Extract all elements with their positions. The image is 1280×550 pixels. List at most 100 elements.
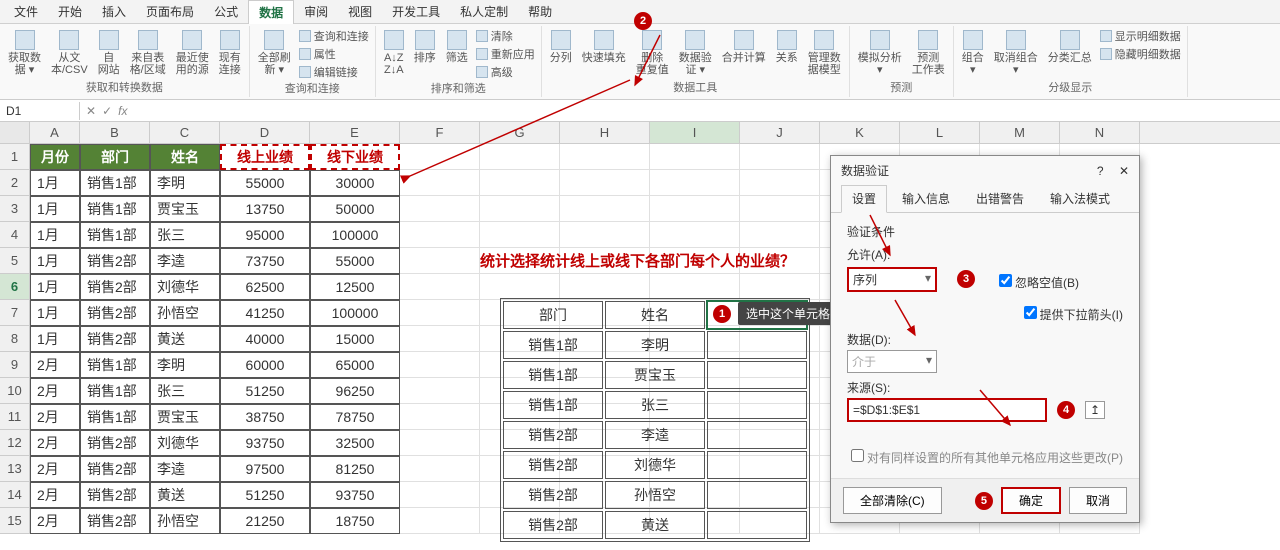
cell[interactable]: 线上业绩: [220, 144, 310, 170]
cell[interactable]: 40000: [220, 326, 310, 352]
cell[interactable]: 93750: [310, 482, 400, 508]
cell[interactable]: [480, 144, 560, 170]
menu-审阅[interactable]: 审阅: [294, 0, 338, 23]
cell[interactable]: 38750: [220, 404, 310, 430]
col-header[interactable]: L: [900, 122, 980, 143]
ribbon-side[interactable]: 编辑链接: [299, 64, 369, 80]
cell[interactable]: [650, 144, 740, 170]
dialog-tab[interactable]: 输入法模式: [1039, 185, 1121, 212]
ribbon-自网站[interactable]: 自 网站: [96, 28, 122, 78]
range-picker-icon[interactable]: ↥: [1085, 401, 1105, 419]
ribbon-筛选[interactable]: 筛选: [444, 28, 470, 66]
menu-私人定制[interactable]: 私人定制: [450, 0, 518, 23]
col-header[interactable]: D: [220, 122, 310, 143]
allow-select[interactable]: 序列: [847, 267, 937, 292]
cell[interactable]: 张三: [150, 222, 220, 248]
cell[interactable]: [560, 274, 650, 300]
menu-开发工具[interactable]: 开发工具: [382, 0, 450, 23]
cell[interactable]: [400, 404, 480, 430]
ribbon-获取数据▾[interactable]: 获取数 据 ▾: [6, 28, 43, 78]
cell[interactable]: 2月: [30, 352, 80, 378]
cell[interactable]: 62500: [220, 274, 310, 300]
cell[interactable]: [480, 170, 560, 196]
ribbon-从文本/CSV[interactable]: 从文 本/CSV: [49, 28, 90, 78]
cell[interactable]: [740, 222, 820, 248]
cell[interactable]: [400, 300, 480, 326]
cell[interactable]: 李逵: [150, 248, 220, 274]
cell[interactable]: 销售2部: [80, 456, 150, 482]
clear-all-button[interactable]: 全部清除(C): [843, 487, 942, 514]
cell[interactable]: 销售2部: [80, 274, 150, 300]
col-header[interactable]: F: [400, 122, 480, 143]
cell[interactable]: 2月: [30, 430, 80, 456]
ribbon-关系[interactable]: 关系: [774, 28, 800, 66]
cell[interactable]: 黄送: [150, 482, 220, 508]
close-icon[interactable]: ✕: [1119, 164, 1129, 178]
row-header[interactable]: 8: [0, 326, 30, 352]
cell[interactable]: [740, 170, 820, 196]
cell[interactable]: [400, 170, 480, 196]
col-header[interactable]: E: [310, 122, 400, 143]
cell[interactable]: 30000: [310, 170, 400, 196]
cell[interactable]: 1月: [30, 300, 80, 326]
cell[interactable]: 线下业绩: [310, 144, 400, 170]
cancel-icon[interactable]: ✕: [86, 104, 96, 118]
dialog-tab[interactable]: 输入信息: [891, 185, 961, 212]
ribbon-side[interactable]: 显示明细数据: [1100, 28, 1181, 44]
cell[interactable]: [740, 274, 820, 300]
cell[interactable]: 销售2部: [80, 248, 150, 274]
row-header[interactable]: 12: [0, 430, 30, 456]
cell[interactable]: 刘德华: [150, 430, 220, 456]
cell[interactable]: 孙悟空: [150, 508, 220, 534]
ribbon-全部刷新▾[interactable]: 全部刷 新 ▾: [256, 28, 293, 78]
cell[interactable]: 月份: [30, 144, 80, 170]
cell[interactable]: 李逵: [150, 456, 220, 482]
cell[interactable]: [560, 196, 650, 222]
select-all-corner[interactable]: [0, 122, 30, 143]
col-header[interactable]: M: [980, 122, 1060, 143]
ribbon-最近使用的源[interactable]: 最近使 用的源: [174, 28, 211, 78]
ribbon-预测工作表[interactable]: 预测 工作表: [910, 28, 947, 78]
col-header[interactable]: K: [820, 122, 900, 143]
cell[interactable]: 55000: [220, 170, 310, 196]
row-header[interactable]: 1: [0, 144, 30, 170]
cell[interactable]: [740, 196, 820, 222]
cell[interactable]: 73750: [220, 248, 310, 274]
dialog-tab[interactable]: 设置: [841, 185, 887, 213]
ok-button[interactable]: 确定: [1001, 487, 1061, 514]
row-header[interactable]: 13: [0, 456, 30, 482]
cell[interactable]: 2月: [30, 456, 80, 482]
ribbon-数据验证▾[interactable]: 数据验 证 ▾: [677, 28, 714, 78]
menu-视图[interactable]: 视图: [338, 0, 382, 23]
ribbon-快速填充[interactable]: 快速填充: [580, 28, 628, 66]
row-header[interactable]: 15: [0, 508, 30, 534]
col-header[interactable]: C: [150, 122, 220, 143]
row-header[interactable]: 14: [0, 482, 30, 508]
cell[interactable]: 1月: [30, 248, 80, 274]
col-header[interactable]: J: [740, 122, 820, 143]
col-header[interactable]: B: [80, 122, 150, 143]
ribbon-来自表格/区域[interactable]: 来自表 格/区域: [128, 28, 168, 78]
cell[interactable]: 2月: [30, 378, 80, 404]
cell[interactable]: 1月: [30, 222, 80, 248]
cell[interactable]: 销售2部: [80, 508, 150, 534]
source-input[interactable]: =$D$1:$E$1: [847, 398, 1047, 422]
cell[interactable]: 96250: [310, 378, 400, 404]
cell[interactable]: 41250: [220, 300, 310, 326]
cancel-button[interactable]: 取消: [1069, 487, 1127, 514]
cell[interactable]: 销售2部: [80, 482, 150, 508]
confirm-icon[interactable]: ✓: [102, 104, 112, 118]
cell[interactable]: 贾宝玉: [150, 404, 220, 430]
ribbon-side[interactable]: 查询和连接: [299, 28, 369, 44]
cell[interactable]: 销售1部: [80, 352, 150, 378]
cell[interactable]: [400, 508, 480, 534]
cell[interactable]: 60000: [220, 352, 310, 378]
ribbon-side[interactable]: 重新应用: [476, 46, 535, 62]
cell[interactable]: 贾宝玉: [150, 196, 220, 222]
ribbon-分类汇总[interactable]: 分类汇总: [1046, 28, 1094, 66]
cell[interactable]: [560, 222, 650, 248]
ribbon-A↓ZZ↓A[interactable]: A↓Z Z↓A: [382, 28, 406, 78]
ribbon-side[interactable]: 属性: [299, 46, 369, 62]
help-icon[interactable]: ?: [1097, 164, 1104, 178]
menu-帮助[interactable]: 帮助: [518, 0, 562, 23]
